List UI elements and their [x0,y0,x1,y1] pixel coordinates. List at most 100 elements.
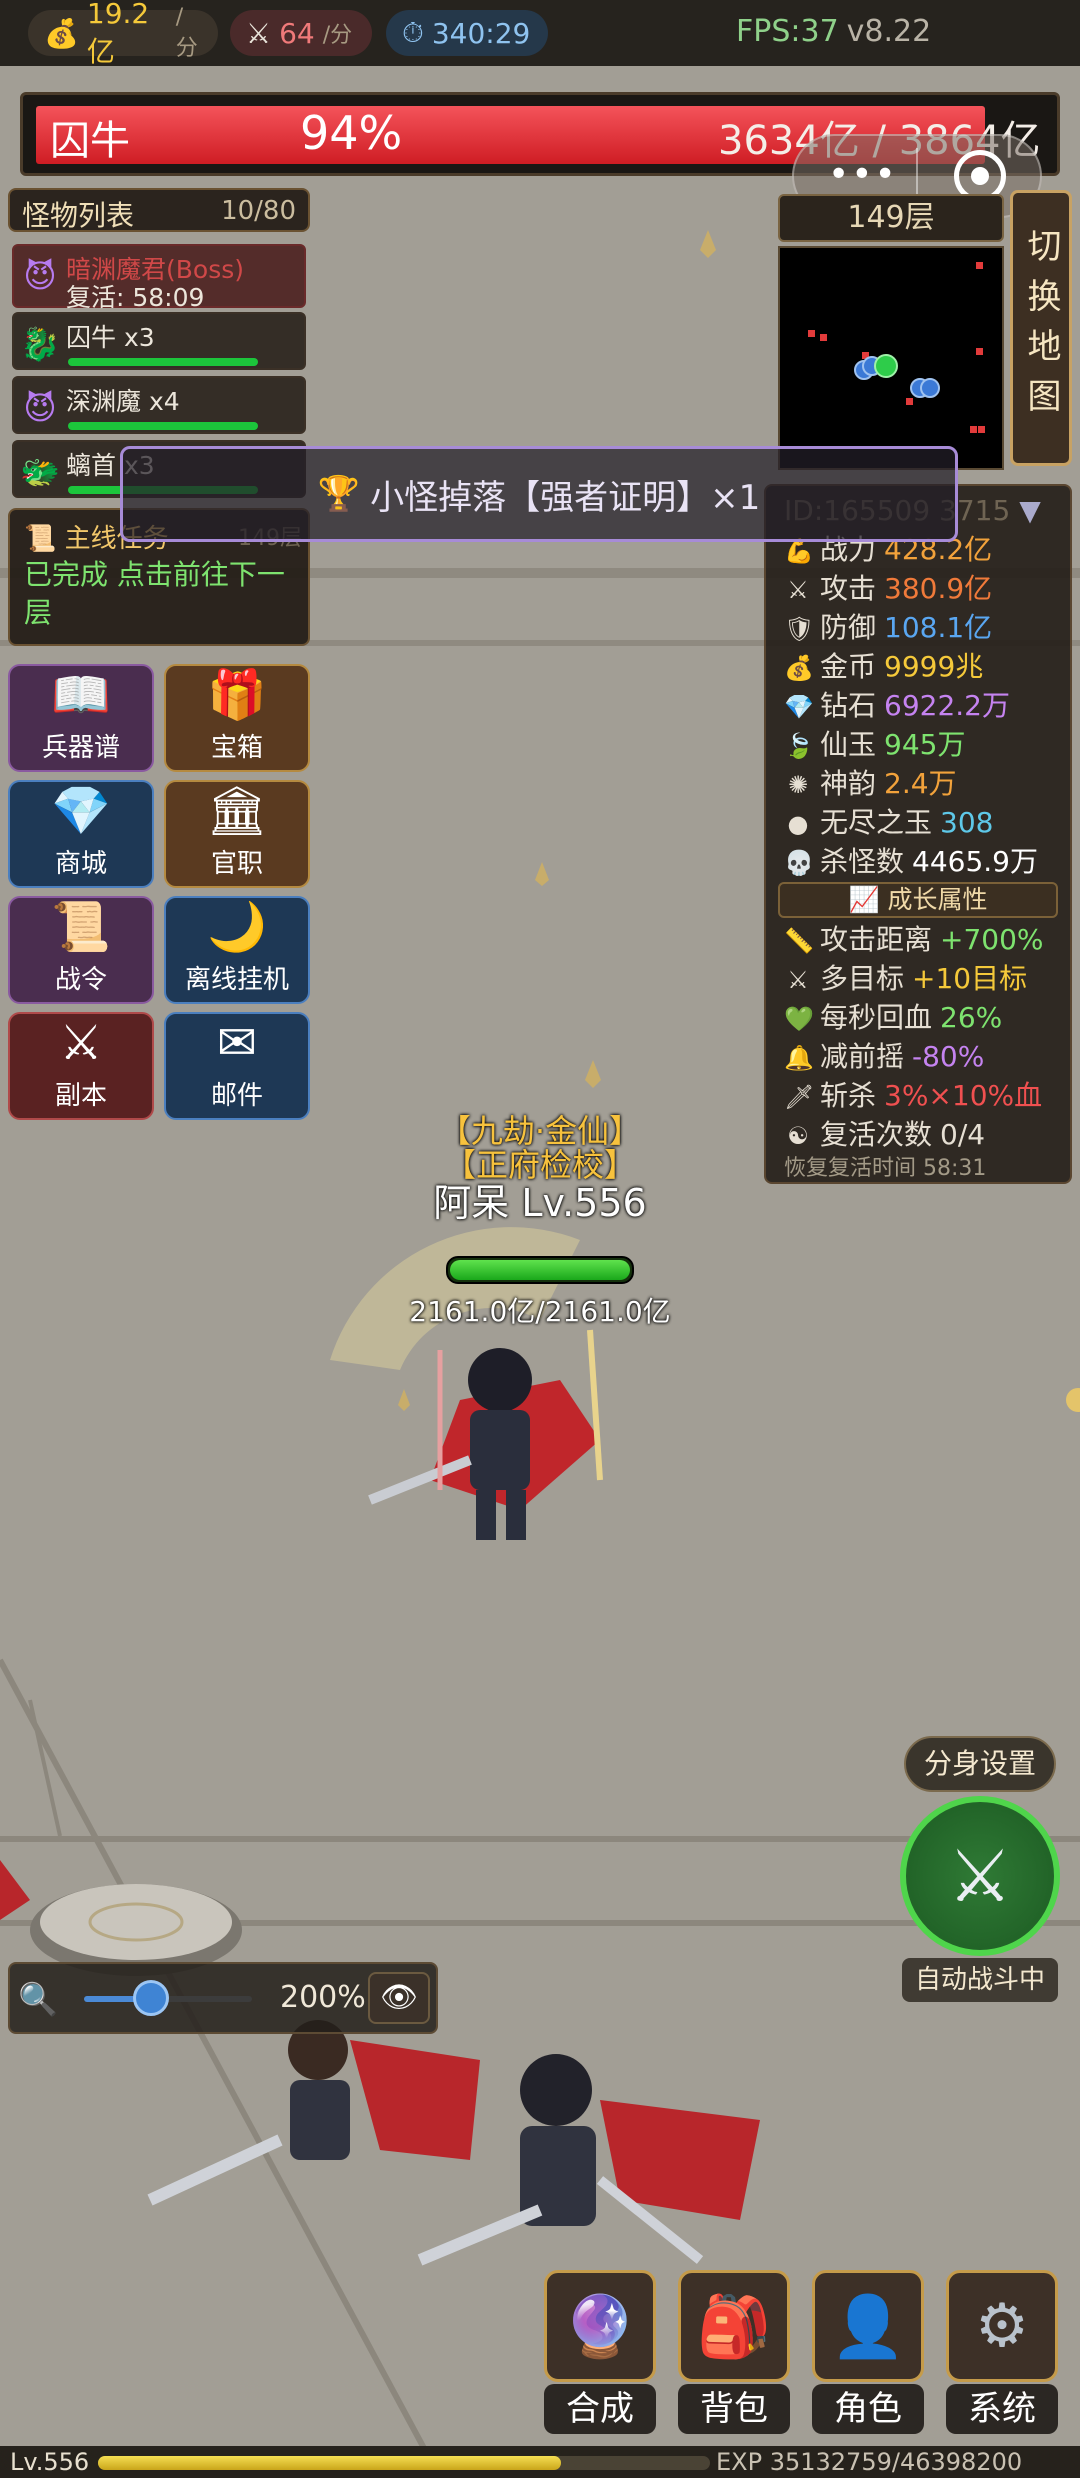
demon-icon: 😈 [23,389,57,427]
revive-timer: 复活: 58:09 [66,283,205,312]
boss-hp-percent: 94% [300,106,403,160]
player-hp-fill [450,1260,630,1280]
heart-icon: 💚 [784,1005,814,1033]
diamond-icon: 💎 [51,783,111,839]
stat-row: 📏 攻击距离 +700% [784,918,1044,958]
version-label: v8.22 [846,14,932,49]
bell-icon: 🔔 [784,1044,814,1072]
monster-list-header[interactable]: 怪物列表 10/80 [8,188,310,232]
moon-icon: 🌙 [207,899,267,955]
stat-row: 🗡 斩杀 3%×10%血 [784,1074,1042,1114]
bottom-button-label: 合成 [544,2384,656,2434]
stat-value: 3%×10%血 [884,1079,1043,1112]
loot-drop-toast: 🏆 小怪掉落【强者证明】×1 [120,446,958,542]
stopwatch-icon: ⏱ [402,16,424,49]
menu-button-label: 离线挂机 [184,965,289,995]
growth-attributes-header[interactable]: 📈 成长属性 [778,882,1058,918]
auto-fight-label: 自动战斗中 [902,1958,1058,2002]
eye-icon[interactable]: 👁 [368,1972,430,2024]
menu-button-1[interactable]: 📖 兵器谱 [8,664,154,772]
menu-button-5[interactable]: 📜 战令 [8,896,154,1004]
stat-label: 防御 [820,611,877,644]
toast-text: 小怪掉落【强者证明】×1 [370,477,761,518]
stat-label: 钻石 [820,689,877,722]
menu-button-6[interactable]: 🌙 离线挂机 [164,896,310,1004]
bottom-button-label: 系统 [946,2384,1058,2434]
diamond-icon: 💎 [784,693,814,721]
menu-button-7[interactable]: ⚔ 副本 [8,1012,154,1120]
stat-row: ⚔ 攻击 380.9亿 [784,567,992,607]
dragon-icon: 🐉 [20,325,60,363]
bottom-button-label: 角色 [812,2384,924,2434]
stat-label: 复活次数 [820,1118,933,1151]
bottom-button-3[interactable]: 👤 [812,2270,924,2382]
orb-icon: ✺ [787,771,809,799]
stat-row: ● 无尽之玉 308 [784,801,994,841]
menu-button-2[interactable]: 🎁 宝箱 [164,664,310,772]
swords-icon: ⚔ [59,1015,103,1071]
stat-row: 💚 每秒回血 26% [784,996,1002,1036]
auto-fight-button[interactable]: ⚔ [900,1796,1060,1956]
menu-button-4[interactable]: 🏛 官职 [164,780,310,888]
player-hp-text: 2161.0亿/2161.0亿 [409,1295,671,1328]
stat-row: ✺ 神韵 2.4万 [784,762,957,802]
gold-rate-value: 19.2亿 [86,0,150,68]
backpack-icon: 🎒 [696,2291,772,2362]
stat-value: 380.9亿 [884,572,993,605]
ruler-icon: 📏 [784,927,814,955]
stat-value: 0/4 [940,1118,986,1151]
fps-display: FPS:37 v8.22 [736,14,931,49]
timer-pill: ⏱ 340:29 [386,10,548,56]
zoom-slider-handle[interactable] [133,1980,170,2016]
more-dots-icon[interactable]: ••• [828,154,898,195]
monster-row[interactable]: 😈 深渊魔 x4 [12,376,306,434]
switch-map-button[interactable]: 切换地图 [1010,190,1072,466]
menu-button-8[interactable]: ✉ 邮件 [164,1012,310,1120]
monster-row[interactable]: 🐉 囚牛 x3 [12,312,306,370]
scroll-icon: 📜 [24,524,57,554]
bottom-button-1[interactable]: 🔮 [544,2270,656,2382]
stat-value: +700% [940,923,1044,956]
crossed-swords-icon: ⚔ [947,1834,1013,1918]
shield-icon: 🛡 [784,615,815,643]
stat-value: 6922.2万 [884,689,1010,722]
monster-list-title: 怪物列表 [22,199,135,232]
switch-map-label: 切换地图 [1021,228,1061,428]
clone-settings-button[interactable]: 分身设置 [904,1736,1056,1792]
floor-label: 149层 [778,194,1004,242]
chart-up-icon: 📈 [848,885,880,914]
monster-hp-bar [68,422,258,430]
gem-icon: ● [787,810,809,838]
stat-label: 杀怪数 [820,845,905,878]
menu-button-label: 官职 [210,849,263,879]
monster-row-boss[interactable]: 😈 暗渊魔君(Boss) 复活: 58:09 [12,244,306,312]
menu-button-3[interactable]: 💎 商城 [8,780,154,888]
gold-rate-unit: /分 [175,4,198,61]
kill-rate-unit: /分 [322,23,353,48]
crossed-swords-icon: ⚔ [246,16,272,50]
stat-row: 🍃 仙玉 945万 [784,723,965,763]
growth-label: 成长属性 [887,885,988,914]
bottom-button-4[interactable]: ⚙ [946,2270,1058,2382]
menu-button-label: 兵器谱 [41,733,120,763]
stat-value: -80% [912,1040,985,1073]
boss-name: 囚牛 [50,118,130,164]
stat-row: 🛡 防御 108.1亿 [784,606,992,646]
minimap[interactable] [778,246,1004,470]
giftbox-icon: 🎁 [207,667,267,723]
mail-icon: ✉ [216,1015,258,1071]
stat-value: 945万 [884,728,966,761]
stat-label: 攻击 [820,572,877,605]
stat-label: 仙玉 [820,728,877,761]
monster-name: 囚牛 x3 [66,323,155,352]
dagger-icon: 🗡 [784,1083,815,1111]
coinbag-icon: 💰 [784,654,814,682]
menu-button-label: 战令 [54,965,107,995]
person-icon: 👤 [830,2291,906,2362]
stat-label: 减前摇 [820,1040,905,1073]
stat-label: 斩杀 [820,1079,877,1112]
player-name-level: 阿呆 Lv.556 [433,1181,647,1225]
menu-button-label: 邮件 [210,1081,263,1111]
stat-row: 💎 钻石 6922.2万 [784,684,1010,724]
bottom-button-2[interactable]: 🎒 [678,2270,790,2382]
